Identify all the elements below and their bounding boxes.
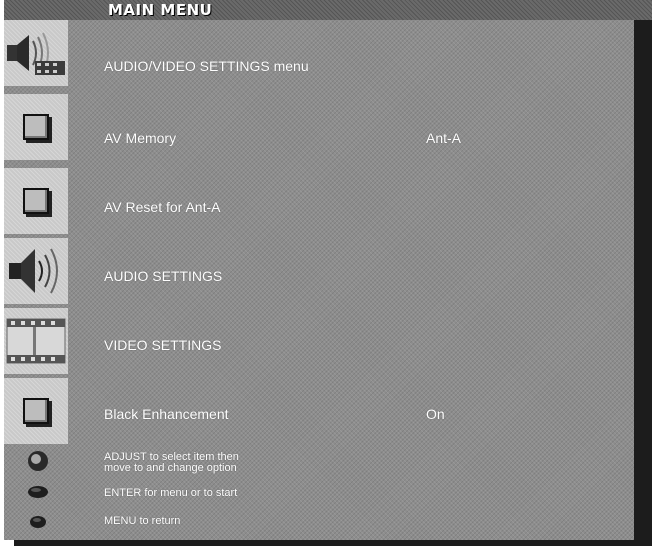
speaker-film-icon (7, 32, 65, 75)
menu-button-icon (30, 516, 46, 528)
help-adjust-line2: move to and change option (104, 462, 237, 474)
adjust-knob-icon (28, 451, 48, 471)
square-icon (23, 398, 49, 424)
help-enter: ENTER for menu or to start (104, 487, 238, 499)
av-memory-value[interactable]: Ant-A (426, 130, 461, 146)
black-enhancement-value[interactable]: On (426, 406, 445, 422)
square-icon (23, 114, 49, 140)
speaker-icon (9, 248, 58, 294)
icon-cell-black-enhancement[interactable] (4, 378, 68, 444)
title-bar: MAIN MENU (4, 0, 652, 20)
icon-sidebar (4, 20, 70, 540)
main-menu-panel (4, 6, 634, 540)
square-icon (23, 188, 49, 214)
menu-title: MAIN MENU (108, 1, 213, 19)
menu-item-av-reset[interactable]: AV Reset for Ant-A (104, 199, 220, 215)
film-strip-icon (6, 318, 66, 364)
help-menu-return: MENU to return (104, 515, 181, 527)
icon-cell-audio-settings[interactable] (4, 238, 68, 304)
icon-cell-video-settings[interactable] (4, 308, 68, 374)
menu-item-av-settings[interactable]: AUDIO/VIDEO SETTINGS menu (104, 58, 309, 74)
menu-item-av-memory[interactable]: AV Memory (104, 130, 176, 146)
icon-cell-av-settings[interactable] (4, 20, 68, 86)
icon-cell-av-reset[interactable] (4, 168, 68, 234)
menu-item-video-settings[interactable]: VIDEO SETTINGS (104, 337, 221, 353)
icon-cell-av-memory[interactable] (4, 94, 68, 160)
enter-button-icon (28, 486, 48, 498)
menu-item-audio-settings[interactable]: AUDIO SETTINGS (104, 268, 222, 284)
menu-item-black-enhancement[interactable]: Black Enhancement (104, 406, 229, 422)
